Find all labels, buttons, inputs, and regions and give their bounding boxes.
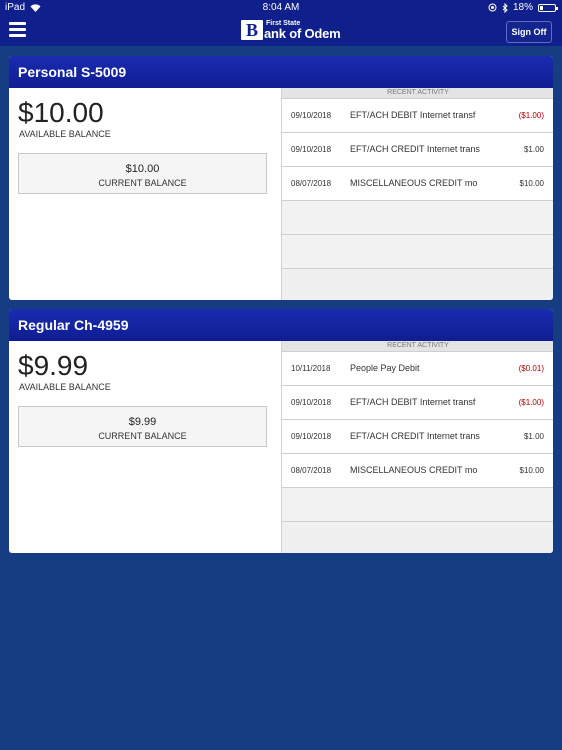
table-row[interactable]: 09/10/2018 EFT/ACH DEBIT Internet transf…	[282, 386, 553, 420]
table-row[interactable]: 10/11/2018 People Pay Debit ($0.01)	[282, 352, 553, 386]
activity-description: EFT/ACH CREDIT Internet trans	[350, 431, 480, 441]
sign-off-button[interactable]: Sign Off	[506, 21, 552, 43]
status-bar: iPad 8:04 AM 18%	[0, 0, 562, 15]
activity-description: EFT/ACH CREDIT Internet trans	[350, 144, 480, 154]
table-row[interactable]: 09/10/2018 EFT/ACH CREDIT Internet trans…	[282, 420, 553, 454]
logo-bottom-text: ank of Odem	[264, 26, 341, 41]
battery-icon	[538, 3, 558, 12]
current-balance-label: CURRENT BALANCE	[98, 431, 187, 441]
activity-amount: $10.00	[519, 466, 544, 475]
activity-date: 09/10/2018	[291, 432, 332, 441]
table-row[interactable]: 09/10/2018 EFT/ACH DEBIT Internet transf…	[282, 99, 553, 133]
activity-description: MISCELLANEOUS CREDIT mo	[350, 465, 478, 475]
recent-activity-header: RECENT ACTIVITY	[282, 341, 553, 352]
empty-row	[282, 201, 553, 235]
account-title[interactable]: Personal S-5009	[9, 56, 553, 88]
location-icon	[488, 3, 497, 12]
status-time: 8:04 AM	[262, 2, 300, 13]
recent-activity-panel: RECENT ACTIVITY 09/10/2018 EFT/ACH DEBIT…	[281, 88, 553, 300]
activity-date: 09/10/2018	[291, 398, 332, 407]
activity-amount: ($0.01)	[518, 364, 544, 373]
account-card[interactable]: Personal S-5009 $10.00 AVAILABLE BALANCE…	[9, 56, 553, 300]
current-balance-box: $10.00 CURRENT BALANCE	[18, 153, 267, 194]
nav-bar: B First State ank of Odem Sign Off	[0, 15, 562, 46]
empty-row	[282, 235, 553, 269]
activity-description: People Pay Debit	[350, 363, 420, 373]
activity-amount: $1.00	[523, 432, 544, 441]
activity-amount: $10.00	[519, 179, 544, 188]
recent-activity-header: RECENT ACTIVITY	[282, 88, 553, 99]
menu-icon[interactable]	[9, 22, 26, 37]
activity-description: EFT/ACH DEBIT Internet transf	[350, 110, 476, 120]
balance-panel: $9.99 AVAILABLE BALANCE $9.99 CURRENT BA…	[9, 341, 281, 553]
current-balance-amount: $10.00	[125, 163, 160, 175]
available-balance-label: AVAILABLE BALANCE	[19, 129, 111, 139]
activity-description: EFT/ACH DEBIT Internet transf	[350, 397, 476, 407]
bank-logo: B First State ank of Odem	[241, 19, 341, 41]
table-row[interactable]: 08/07/2018 MISCELLANEOUS CREDIT mo $10.0…	[282, 454, 553, 488]
available-balance-label: AVAILABLE BALANCE	[19, 382, 111, 392]
current-balance-box: $9.99 CURRENT BALANCE	[18, 406, 267, 447]
current-balance-label: CURRENT BALANCE	[98, 178, 187, 188]
table-row[interactable]: 08/07/2018 MISCELLANEOUS CREDIT mo $10.0…	[282, 167, 553, 201]
bluetooth-icon	[502, 2, 508, 13]
activity-date: 08/07/2018	[291, 466, 332, 475]
activity-description: MISCELLANEOUS CREDIT mo	[350, 178, 478, 188]
activity-date: 08/07/2018	[291, 179, 332, 188]
activity-amount: ($1.00)	[518, 398, 544, 407]
activity-date: 10/11/2018	[291, 364, 331, 373]
account-title[interactable]: Regular Ch-4959	[9, 309, 553, 341]
recent-activity-panel: RECENT ACTIVITY 10/11/2018 People Pay De…	[281, 341, 553, 553]
account-card[interactable]: Regular Ch-4959 $9.99 AVAILABLE BALANCE …	[9, 309, 553, 553]
logo-letter: B	[241, 20, 263, 40]
empty-row	[282, 488, 553, 522]
battery-percent: 18%	[512, 2, 533, 13]
current-balance-amount: $9.99	[128, 416, 157, 428]
activity-date: 09/10/2018	[291, 145, 332, 154]
activity-amount: ($1.00)	[518, 111, 544, 120]
balance-panel: $10.00 AVAILABLE BALANCE $10.00 CURRENT …	[9, 88, 281, 300]
table-row[interactable]: 09/10/2018 EFT/ACH CREDIT Internet trans…	[282, 133, 553, 167]
available-balance-amount: $10.00	[18, 97, 104, 128]
activity-amount: $1.00	[523, 145, 544, 154]
activity-date: 09/10/2018	[291, 111, 332, 120]
available-balance-amount: $9.99	[18, 350, 89, 381]
